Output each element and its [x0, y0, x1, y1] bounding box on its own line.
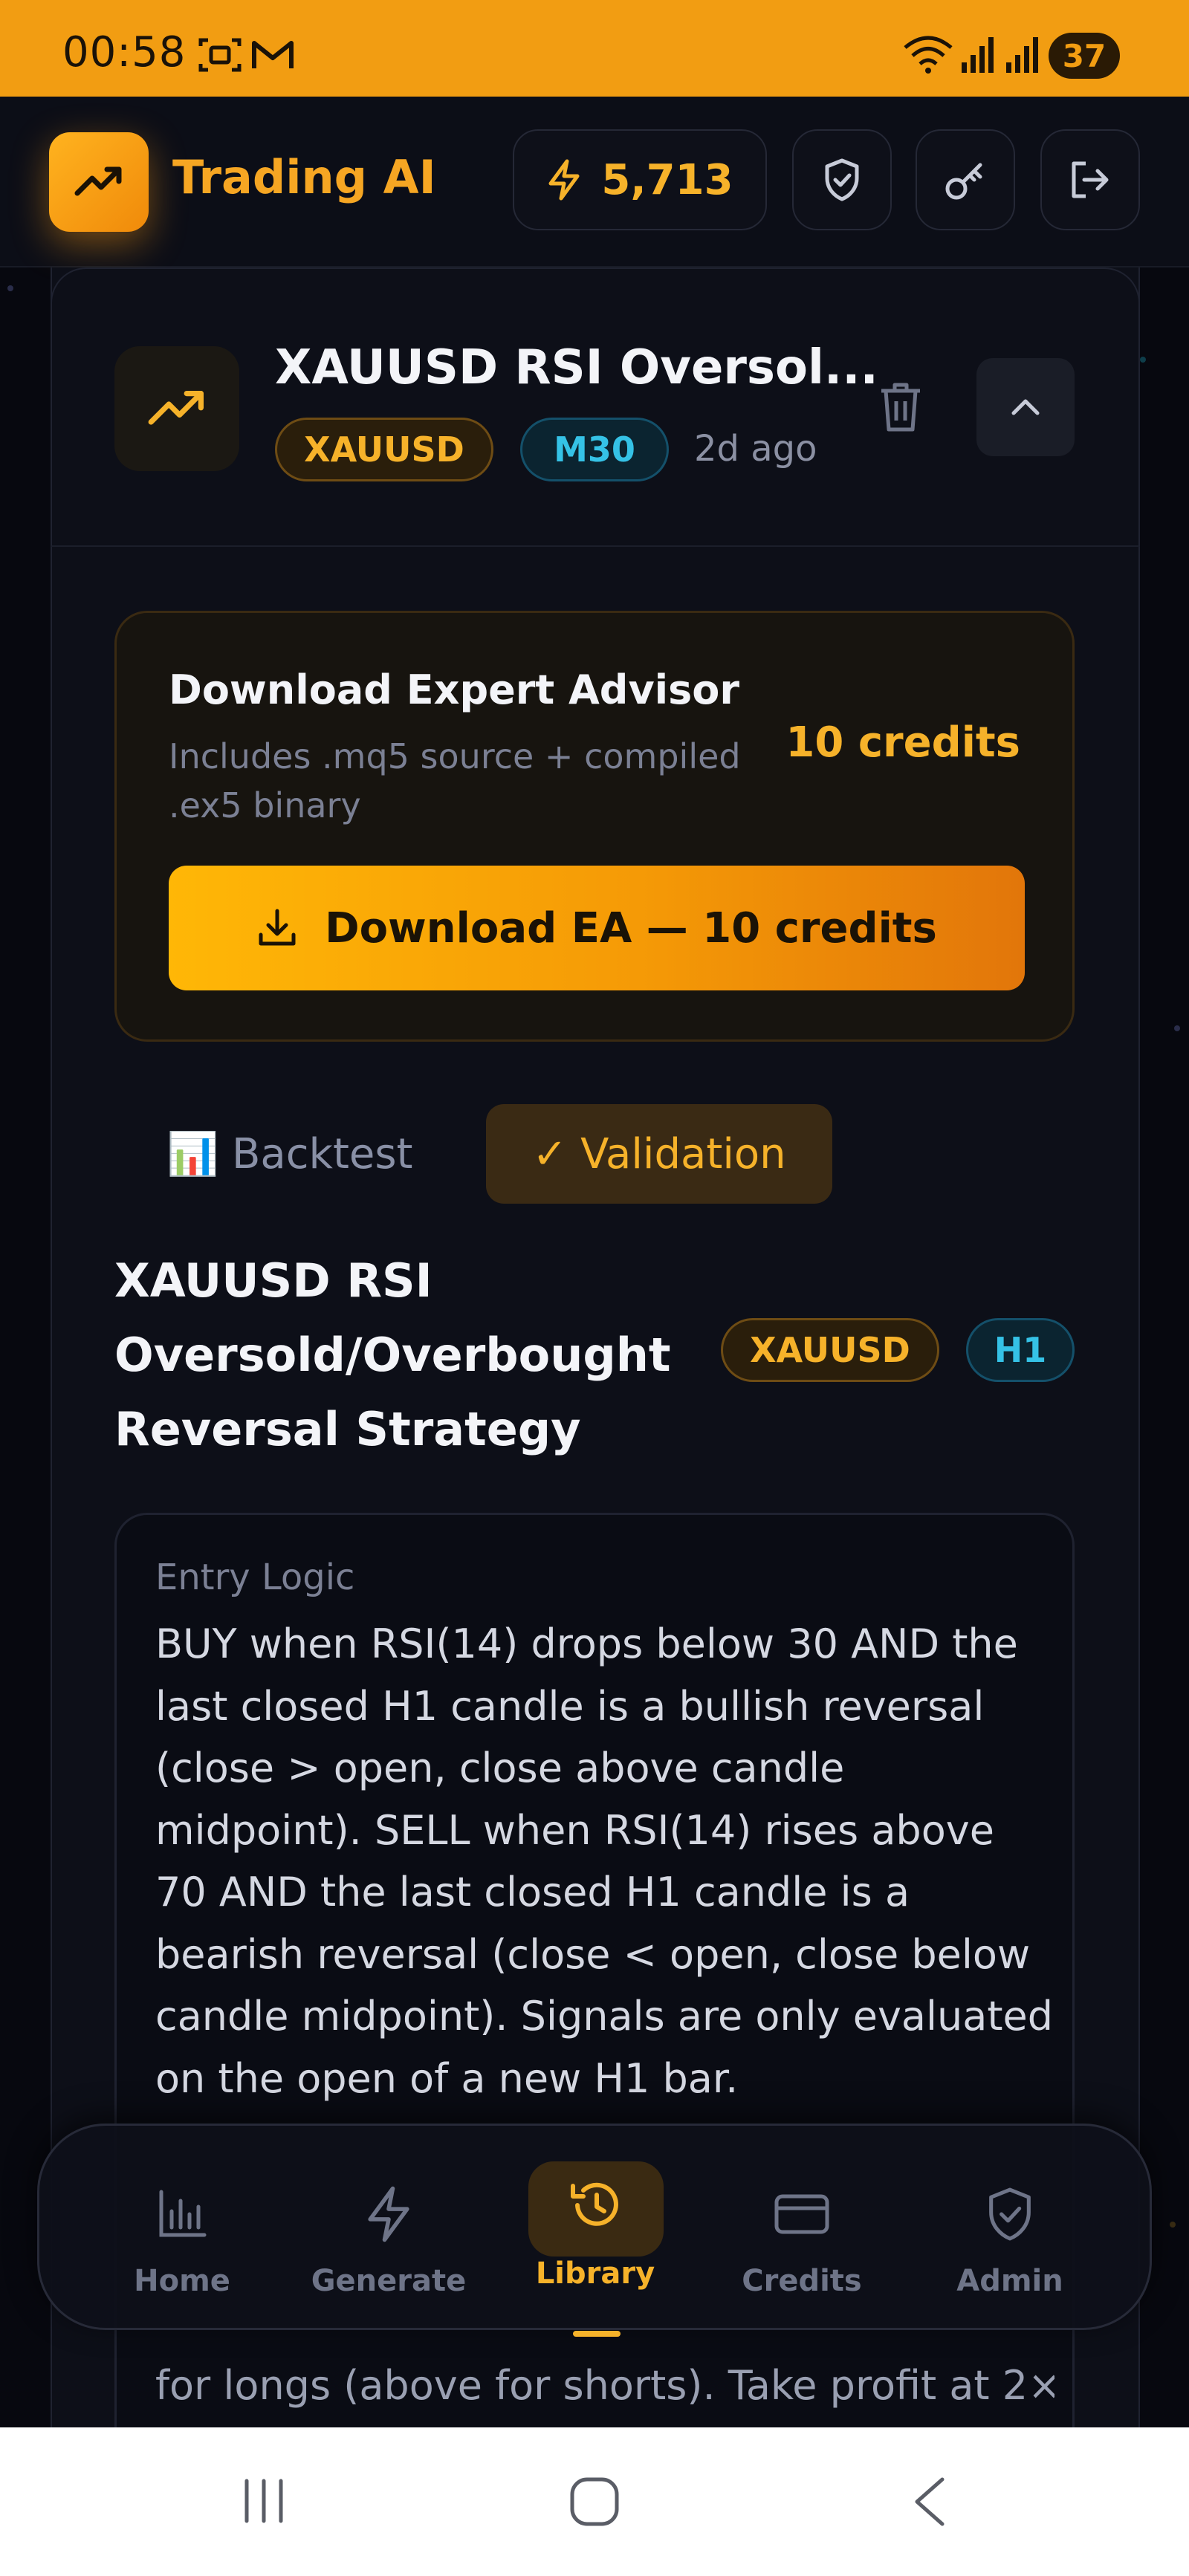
shield-check-icon [989, 2187, 1031, 2241]
lightning-icon [548, 159, 580, 201]
back-icon[interactable] [908, 2475, 950, 2528]
app-header: Trading AI 5,713 [0, 97, 1189, 267]
strategy-age: 2d ago [694, 428, 817, 470]
home-icon[interactable] [568, 2475, 621, 2528]
nav-label-admin: Admin [956, 2264, 1063, 2298]
symbol-badge: XAUUSD [275, 418, 493, 481]
screenshot-icon [198, 38, 242, 72]
nav-item-credits[interactable]: Credits [713, 2126, 891, 2332]
exit-logic-text-partial: for longs (above for shorts). Take profi… [155, 2362, 1054, 2409]
entry-logic-label: Entry Logic [155, 1557, 355, 1598]
recent-apps-icon[interactable] [238, 2475, 290, 2527]
download-title: Download Expert Advisor [169, 666, 740, 713]
logout-button[interactable] [1040, 129, 1140, 230]
system-navigation-bar [0, 2427, 1189, 2576]
logout-icon [1072, 161, 1109, 198]
strategy-title: XAUUSD RSI Oversol... [275, 340, 878, 395]
entry-logic-text: BUY when RSI(14) drops below 30 AND the … [155, 1620, 1053, 2102]
nav-item-library[interactable]: Library [506, 2126, 684, 2337]
tab-validation[interactable]: ✓ Validation [486, 1104, 832, 1204]
wifi-icon [904, 36, 953, 74]
security-button[interactable] [792, 129, 892, 230]
nav-item-generate[interactable]: Generate [299, 2126, 478, 2332]
nav-item-admin[interactable]: Admin [921, 2126, 1099, 2332]
nav-active-indicator [573, 2331, 621, 2337]
credits-balance: 5,713 [601, 155, 733, 204]
tab-backtest[interactable]: 📊 Backtest [149, 1104, 431, 1204]
download-ea-button[interactable]: Download EA — 10 credits [169, 866, 1025, 990]
nav-label-home: Home [134, 2264, 230, 2298]
bar-chart-icon [159, 2190, 207, 2237]
app-logo[interactable] [49, 132, 149, 232]
chevron-up-icon [1011, 399, 1040, 415]
download-button-label: Download EA — 10 credits [325, 903, 937, 953]
status-bar: 00:58 37 [0, 0, 1189, 97]
status-time: 00:58 [62, 28, 187, 77]
validation-symbol-badge: XAUUSD [721, 1318, 939, 1382]
entry-logic-panel: Entry Logic BUY when RSI(14) drops below… [114, 1513, 1075, 2546]
lightning-icon [368, 2186, 409, 2242]
download-subtitle: Includes .mq5 source + compiled .ex5 bin… [169, 736, 741, 825]
credits-balance-pill[interactable]: 5,713 [513, 129, 767, 230]
validation-timeframe-badge: H1 [966, 1318, 1075, 1382]
bottom-navigation: Home Generate Library Credits Admin [37, 2124, 1152, 2337]
strategy-icon [114, 346, 239, 471]
signal-icon-2 [1006, 37, 1038, 73]
credit-card-icon [774, 2194, 829, 2234]
download-icon [259, 909, 296, 946]
trending-up-icon [148, 391, 204, 425]
nav-item-home[interactable]: Home [93, 2126, 271, 2332]
history-icon [571, 2182, 618, 2226]
collapse-button[interactable] [976, 358, 1075, 456]
battery-indicator: 37 [1049, 33, 1120, 79]
shield-check-icon [825, 158, 859, 201]
gmail-icon [252, 41, 294, 68]
api-key-button[interactable] [916, 129, 1015, 230]
validation-title: XAUUSD RSI Oversold/Overbought Reversal … [114, 1253, 671, 1456]
timeframe-badge: M30 [520, 418, 669, 481]
nav-label-credits: Credits [742, 2264, 862, 2298]
signal-icon [962, 37, 994, 73]
nav-label-generate: Generate [311, 2264, 467, 2298]
download-cost: 10 credits [785, 718, 1020, 767]
download-ea-panel: Download Expert Advisor Includes .mq5 so… [114, 611, 1075, 1042]
trash-icon[interactable] [877, 380, 924, 434]
nav-label-library: Library [535, 2257, 655, 2291]
key-icon [945, 163, 982, 200]
app-title: Trading AI [172, 150, 436, 204]
trending-up-icon [74, 166, 122, 196]
